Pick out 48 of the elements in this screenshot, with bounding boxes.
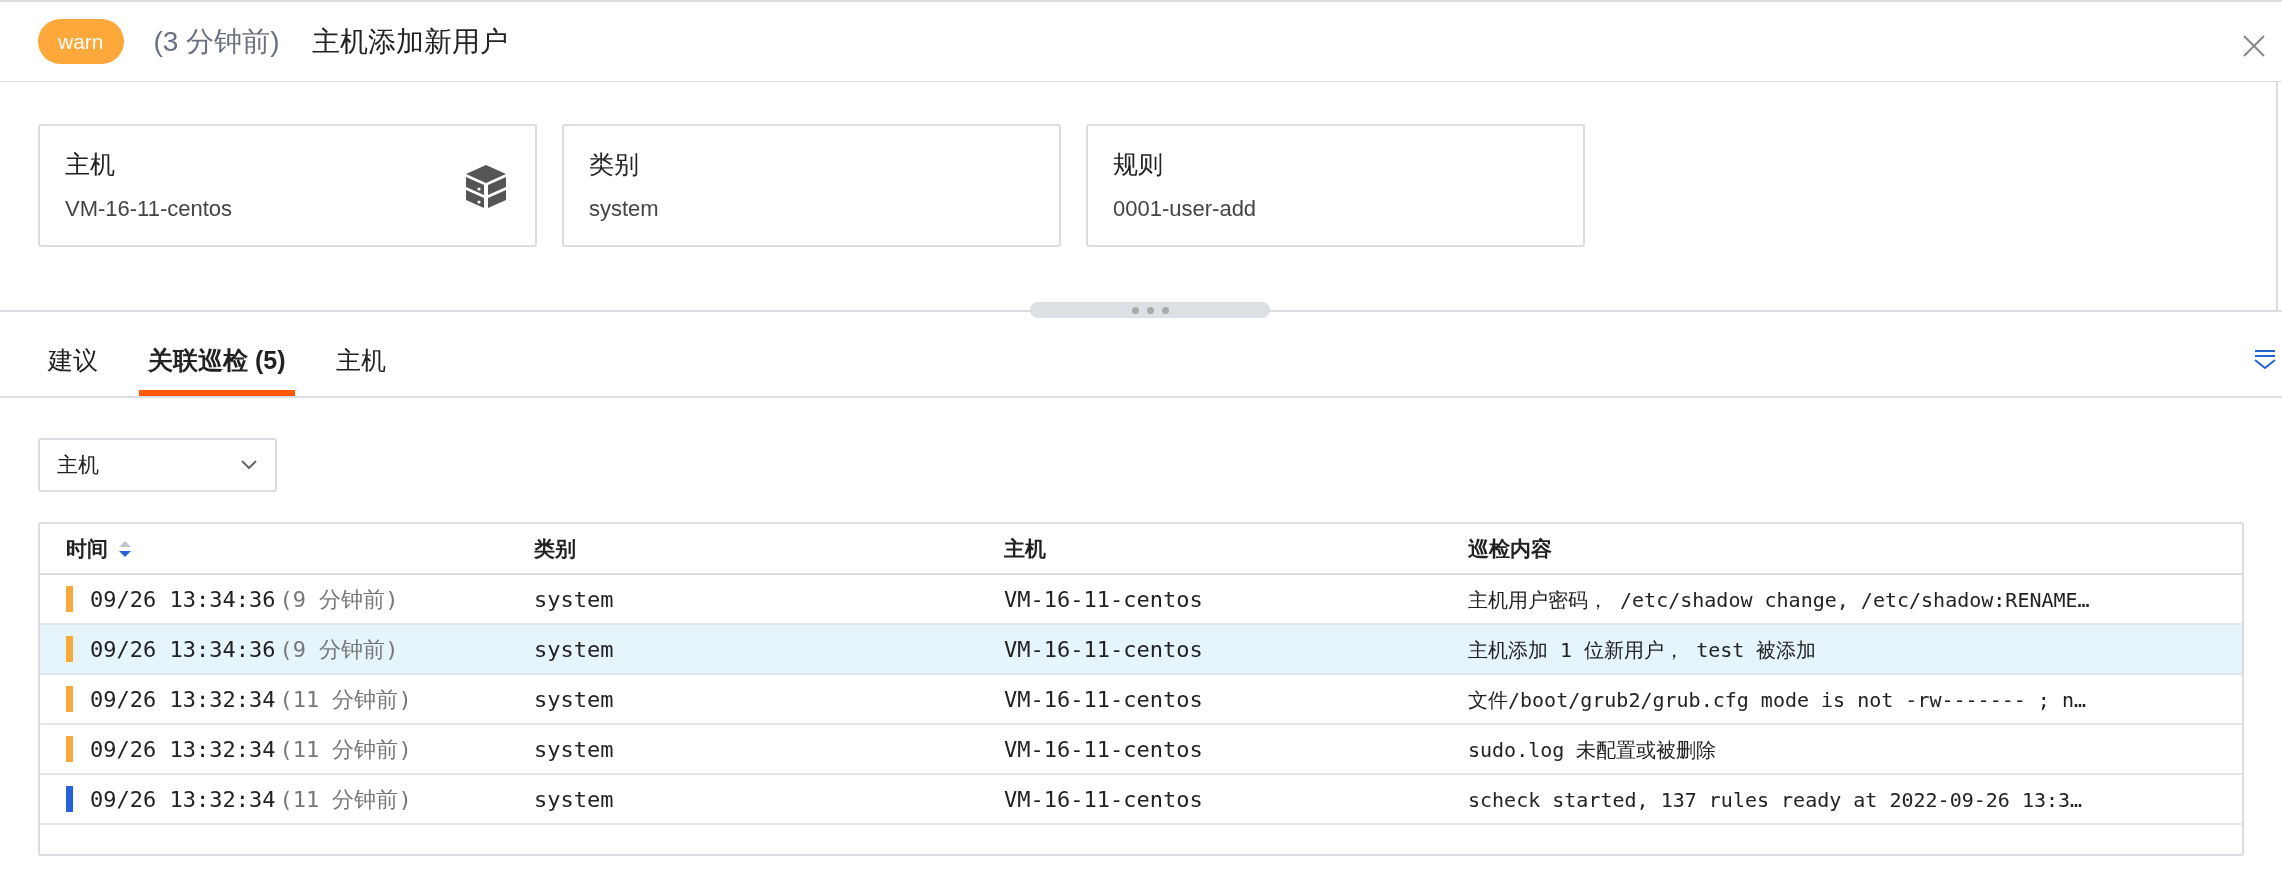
warn-badge: warn [38,19,124,64]
time-ago: (9 分钟前) [279,585,399,614]
card-label: 规则 [1113,149,1164,181]
table-cell-text: 09/26 13:34:36 [90,585,276,614]
table-cell: system [534,636,614,662]
table-cell: scheck started, 137 rules ready at 2022-09-26 13:3… [1468,787,2083,812]
table-cell: 主机用户密码， /etc/shadow change, /etc/shadow:RENAME… [1468,587,2090,612]
sort-icon[interactable] [118,539,132,558]
time-ago: (11 分钟前) [279,735,412,764]
tab[interactable]: 关联巡检 (5) [139,332,295,396]
table-cell: VM-16-11-centos [1004,686,1203,712]
card-value: 0001-user-add [1113,194,1257,223]
table-cell: 主机添加 1 位新用户， test 被添加 [1468,637,1817,662]
table-cell: 文件/boot/grub2/grub.cfg mode is not -rw------- ; n… [1468,687,2086,712]
time-ago: (11 分钟前) [279,685,412,714]
time-ago: (11 分钟前) [279,785,412,814]
table-cell-text: 09/26 13:32:34 [90,735,276,764]
tab[interactable]: 主机 [335,332,386,396]
column-header: 主机 [1004,535,1046,562]
table-cell-text: 09/26 13:34:36 [90,635,276,664]
time-ago: (3 分钟前) [153,24,280,59]
table-cell: VM-16-11-centos [1004,636,1203,662]
collapse-icon[interactable] [2254,348,2276,370]
card-value: VM-16-11-centos [65,194,233,223]
table-cell: system [534,686,614,712]
close-icon[interactable] [2242,33,2266,58]
table-cell-text: 09/26 13:32:34 [90,685,276,714]
tab[interactable]: 建议 [48,332,98,396]
table-cell: system [534,586,614,612]
table-cell: VM-16-11-centos [1004,736,1203,762]
column-header: 类别 [534,535,576,562]
table-cell: VM-16-11-centos [1004,786,1203,812]
time-ago: (9 分钟前) [279,635,399,664]
table-cell: sudo.log 未配置或被删除 [1468,737,1717,762]
card-label: 主机 [65,149,116,181]
card-label: 类别 [589,149,640,181]
table-cell-text: 09/26 13:32:34 [90,785,276,814]
table-cell: system [534,736,614,762]
table-cell: system [534,786,614,812]
card-value: system [589,194,659,223]
alert-title: 主机添加新用户 [311,24,508,59]
resize-handle[interactable] [1030,302,1270,318]
column-header: 巡检内容 [1468,535,1552,562]
chevron-down-icon [240,459,258,471]
table-row[interactable]: 09/26 13:34:36 (9 分钟前) system VM-16-11-centos 主机添加 1 位新用户， test 被添加 [40,625,2242,675]
table-cell: VM-16-11-centos [1004,586,1203,612]
host-filter-dropdown[interactable]: 主机 [38,438,277,492]
column-header: 时间 [66,535,108,562]
